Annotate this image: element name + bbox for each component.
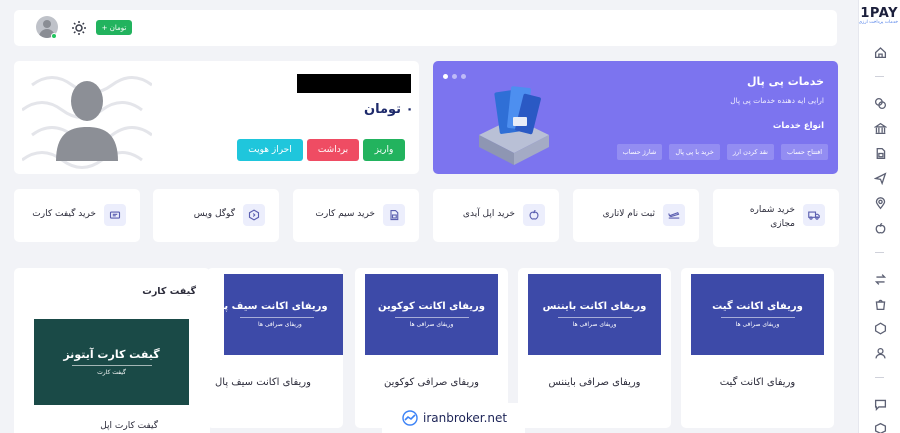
service-card-sim-card[interactable]: خرید سیم کارت	[293, 189, 419, 242]
trend-icon	[402, 410, 418, 426]
product-title: وریفای اکانت گیت	[719, 377, 796, 388]
gift-panel-title: گیفت کارت	[142, 286, 196, 297]
logo-tagline: خدمات پرداخت ارزی	[858, 20, 898, 25]
bank-icon[interactable]	[873, 121, 887, 135]
online-status-dot	[51, 33, 57, 39]
chip-charge-account[interactable]: شارژ حساب	[616, 144, 663, 160]
apple-icon	[523, 204, 545, 226]
sun-icon[interactable]	[71, 20, 87, 36]
product-title: وریفای صرافی بایننس	[548, 377, 641, 388]
gift-card-icon	[104, 204, 126, 226]
product-card-safepal[interactable]: وریفای اکانت سیف پال وریفای صرافی ها وری…	[207, 268, 343, 428]
service-card-apple-id[interactable]: خرید اپل آیدی	[433, 189, 559, 242]
product-image: وریفای اکانت کوکوین وریفای صرافی ها	[365, 274, 498, 355]
banner-description: ارایی ایه دهنده خدمات پی پال	[730, 96, 824, 105]
product-card-binance[interactable]: وریفای اکانت بایننس وریفای صرافی ها وریف…	[518, 268, 671, 428]
deposit-button[interactable]: واریز	[363, 139, 405, 161]
user-icon[interactable]	[873, 346, 887, 360]
gift-image-title: گیفت کارت آیتونز	[63, 348, 160, 361]
apple-icon[interactable]	[873, 221, 887, 235]
top-bar: + تومان	[14, 10, 837, 46]
truck-icon	[803, 204, 825, 226]
service-card-gift-card[interactable]: خرید گیفت کارت	[14, 189, 140, 242]
sim-card-icon	[383, 204, 405, 226]
service-chips: افتتاح حساب نقد کردن ارز خرید با پی پال …	[616, 144, 828, 160]
cards-illustration	[479, 86, 549, 165]
sidebar-divider	[875, 252, 884, 253]
gift-card-caption[interactable]: گیفت کارت اپل	[100, 421, 158, 431]
chip-open-account[interactable]: افتتاح حساب	[781, 144, 828, 160]
chip-buy-with-paypal[interactable]: خرید با پی پال	[669, 144, 720, 160]
home-icon[interactable]	[873, 45, 887, 59]
itunes-gift-card-image[interactable]: گیفت کارت آیتونز گیفت کارت	[34, 319, 189, 405]
service-label: خرید اپل آیدی	[462, 209, 515, 219]
banner-title: خدمات پی پال	[747, 75, 824, 88]
product-image-subtitle: وریفای صرافی ها	[409, 321, 454, 328]
balance-pill[interactable]: + تومان	[96, 20, 132, 35]
product-title: وریفای صرافی کوکوین	[384, 377, 479, 388]
location-icon[interactable]	[873, 196, 887, 210]
sidebar-divider	[875, 377, 884, 378]
product-image-subtitle: وریفای صرافی ها	[258, 321, 302, 328]
gift-card-panel: گیفت کارت گیفت کارت آیتونز گیفت کارت گیف…	[14, 268, 210, 433]
carousel-dot[interactable]	[452, 74, 457, 79]
shopping-bag-icon[interactable]	[873, 297, 887, 311]
carousel-dot[interactable]	[461, 74, 466, 79]
sim-card-icon[interactable]	[873, 146, 887, 160]
service-card-lottery[interactable]: ثبت نام لاتاری	[573, 189, 699, 242]
chip-cash-out[interactable]: نقد کردن ارز	[726, 144, 774, 160]
plane-icon	[663, 204, 685, 226]
profile-avatar	[56, 81, 118, 161]
carousel-dot[interactable]	[443, 74, 448, 79]
service-card-virtual-number[interactable]: خرید شماره مجازی	[713, 189, 839, 247]
box-icon[interactable]	[873, 421, 887, 433]
product-image-title: وریفای اکانت بایننس	[542, 301, 647, 312]
logo-text: 1PAY	[860, 6, 898, 21]
service-label: خرید سیم کارت	[315, 209, 375, 219]
carousel-dots[interactable]	[443, 74, 466, 79]
product-image-title: وریفای اکانت کوکوین	[377, 301, 486, 312]
exchange-icon[interactable]	[873, 272, 887, 286]
google-voice-icon	[243, 204, 265, 226]
wallet-amount: ۰ تومان	[364, 102, 414, 117]
gift-image-subtitle: گیفت کارت	[97, 369, 126, 376]
service-label: خرید شماره مجازی	[749, 205, 795, 229]
product-image-subtitle: وریفای صرافی ها	[735, 321, 780, 328]
service-label: خرید گیفت کارت	[32, 209, 96, 219]
banner-types-heading: انواع خدمات	[772, 121, 824, 131]
send-icon[interactable]	[873, 171, 887, 185]
coins-icon[interactable]	[873, 96, 887, 110]
user-name-redacted	[297, 74, 411, 93]
profile-card: ۰ تومان واریز برداشت احراز هویت	[14, 61, 419, 174]
product-image-subtitle: وریفای صرافی ها	[572, 321, 617, 328]
withdraw-button[interactable]: برداشت	[307, 139, 359, 161]
verify-identity-button[interactable]: احراز هویت	[237, 139, 303, 161]
watermark-text: iranbroker.net	[423, 411, 508, 425]
brand-logo[interactable]: 1PAY خدمات پرداخت ارزی	[852, 6, 898, 25]
iranbroker-watermark: iranbroker.net	[382, 403, 525, 433]
sidebar: 1PAY خدمات پرداخت ارزی	[858, 0, 900, 433]
hexagon-icon[interactable]	[873, 321, 887, 335]
service-label: ثبت نام لاتاری	[602, 209, 655, 219]
sidebar-divider	[875, 76, 884, 77]
service-label: گوگل ویس	[193, 209, 235, 219]
product-card-gate[interactable]: وریفای اکانت گیت وریفای صرافی ها وریفای …	[681, 268, 834, 428]
product-title: وریفای اکانت سیف پال	[215, 377, 311, 388]
service-card-google-voice[interactable]: گوگل ویس	[153, 189, 279, 242]
paypal-services-banner[interactable]: خدمات پی پال ارایی ایه دهنده خدمات پی پا…	[433, 61, 838, 174]
product-image: وریفای اکانت بایننس وریفای صرافی ها	[528, 274, 661, 355]
product-image-title: وریفای اکانت گیت	[712, 301, 803, 312]
product-image: وریفای اکانت گیت وریفای صرافی ها	[691, 274, 824, 355]
product-image: وریفای اکانت سیف پال وریفای صرافی ها	[212, 274, 343, 355]
product-image-title: وریفای اکانت سیف پال	[212, 301, 328, 312]
chat-icon[interactable]	[873, 397, 887, 411]
